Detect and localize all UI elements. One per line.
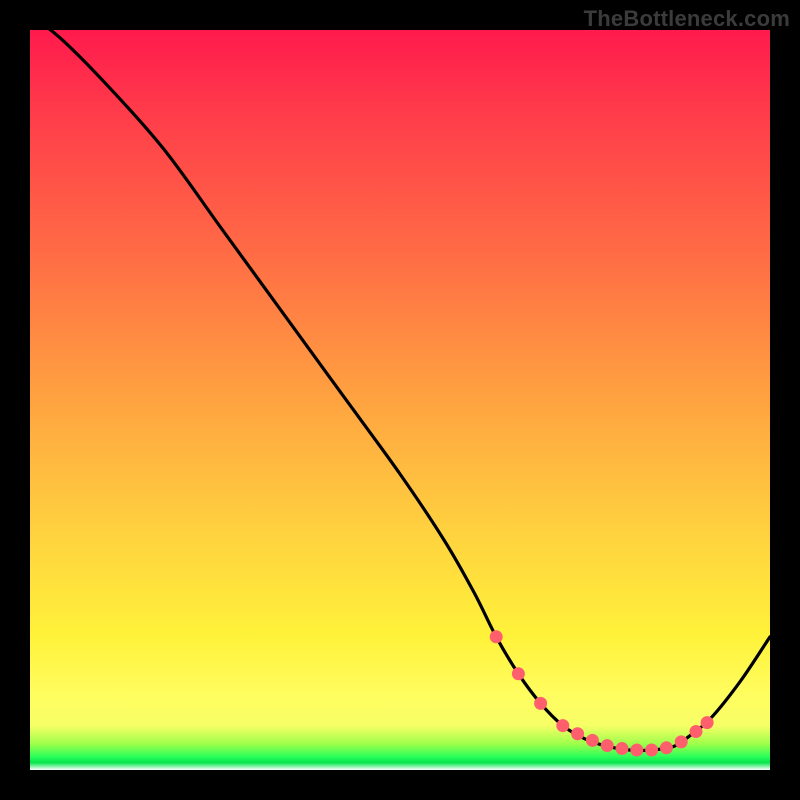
- highlight-dot: [701, 716, 714, 729]
- highlight-dot: [601, 739, 614, 752]
- plot-area: [30, 30, 770, 770]
- highlight-dot: [616, 742, 629, 755]
- highlight-dot: [534, 697, 547, 710]
- highlight-dot: [512, 667, 525, 680]
- chart-root: TheBottleneck.com: [0, 0, 800, 800]
- highlight-dot: [660, 741, 673, 754]
- highlight-dot: [690, 725, 703, 738]
- highlight-dot: [645, 744, 658, 757]
- curve-overlay: [30, 30, 770, 770]
- highlight-dot: [490, 630, 503, 643]
- highlight-dot: [675, 735, 688, 748]
- highlight-dot: [571, 727, 584, 740]
- watermark-text: TheBottleneck.com: [584, 6, 790, 32]
- highlight-markers: [490, 630, 714, 756]
- highlight-dot: [556, 719, 569, 732]
- bottleneck-curve: [30, 15, 770, 750]
- highlight-dot: [630, 744, 643, 757]
- highlight-dot: [586, 734, 599, 747]
